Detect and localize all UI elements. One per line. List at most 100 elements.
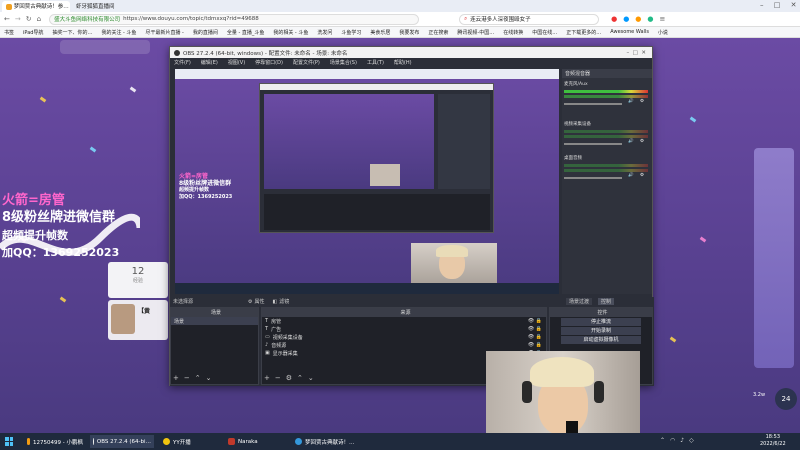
gear-icon[interactable]: ⚙: [248, 299, 252, 305]
taskbar-app[interactable]: 12750499 - 小鹏枫: [24, 435, 86, 448]
taskbar-app[interactable]: YY开播: [160, 435, 220, 448]
gear-icon[interactable]: ⚙: [640, 99, 644, 104]
filters-button[interactable]: 滤镜: [279, 298, 289, 305]
speaker-icon[interactable]: 🔊: [628, 99, 634, 104]
add-icon[interactable]: +: [173, 374, 179, 382]
extension-icon[interactable]: ●: [611, 15, 617, 23]
level-card[interactable]: 12 经验: [108, 262, 168, 298]
bookmark-item[interactable]: 全量 - 直播_斗鱼: [227, 29, 264, 36]
visibility-icon[interactable]: 👁 🔒: [528, 342, 542, 348]
speaker-icon[interactable]: 🔊: [628, 173, 634, 178]
remove-icon[interactable]: −: [275, 374, 281, 382]
bookmark-item[interactable]: 中国在线…: [532, 29, 557, 36]
volume-slider[interactable]: [564, 143, 622, 145]
bookmark-item[interactable]: 斗鱼学习: [341, 29, 361, 36]
tray-icon[interactable]: ◇: [689, 437, 694, 444]
start-recording-button[interactable]: 开始录制: [561, 327, 641, 335]
stop-streaming-button[interactable]: 停止推流: [561, 318, 641, 326]
move-up-icon[interactable]: ⌃: [297, 374, 303, 382]
tab-transitions[interactable]: 场景过渡: [565, 298, 592, 305]
bookmark-item[interactable]: 我的直播间: [193, 29, 218, 36]
tab-controls[interactable]: 控制: [597, 298, 614, 305]
taskbar-app-active[interactable]: OBS 27.2.4 (64-bi…: [90, 435, 154, 448]
visibility-icon[interactable]: 👁 🔒: [528, 326, 542, 332]
extension-icon[interactable]: ●: [635, 15, 641, 23]
menu-profile[interactable]: 配置文件(P): [293, 59, 320, 66]
bookmark-item[interactable]: 我的关注 - 斗鱼: [101, 29, 136, 36]
menu-tools[interactable]: 工具(T): [367, 59, 384, 66]
bookmark-item[interactable]: iPad导航: [23, 29, 43, 36]
menu-docks[interactable]: 停靠窗口(D): [255, 59, 283, 66]
menu-view[interactable]: 视图(V): [228, 59, 245, 66]
volume-slider[interactable]: [564, 177, 622, 179]
url-field[interactable]: 盛大斗鱼网络科技有限公司 https://www.douyu.com/topic…: [49, 13, 420, 25]
bookmark-item[interactable]: 抽奖一下、你的…: [52, 29, 92, 36]
add-icon[interactable]: +: [264, 374, 270, 382]
gift-rank-panel[interactable]: [754, 148, 794, 368]
bookmark-item[interactable]: 我的相关 - 斗鱼: [273, 29, 308, 36]
menu-file[interactable]: 文件(F): [174, 59, 191, 66]
online-count-badge[interactable]: 24: [775, 388, 797, 410]
gear-icon[interactable]: ⚙: [640, 173, 644, 178]
tray-icon[interactable]: ⌃: [660, 437, 665, 444]
close-icon[interactable]: ✕: [791, 1, 797, 9]
bookmark-item[interactable]: 尽干最新片直播 -: [145, 29, 183, 36]
volume-slider[interactable]: [564, 103, 622, 105]
obs-preview[interactable]: 火箭=房管 8级粉丝牌进微信群 超频提升帧数 加QQ：1369252023: [175, 69, 559, 294]
avatar[interactable]: [111, 304, 135, 334]
menu-scene-collection[interactable]: 场景集合(S): [330, 59, 357, 66]
move-down-icon[interactable]: ⌄: [308, 374, 314, 382]
forward-icon[interactable]: →: [15, 15, 21, 23]
source-item[interactable]: T 广告 👁 🔒: [262, 325, 546, 333]
browser-tab-active[interactable]: 梦回贾古典献诗！参…: [2, 1, 70, 12]
gear-icon[interactable]: ⚙: [640, 139, 644, 144]
browser-tab[interactable]: 虾牙狐狐直播间: [72, 1, 122, 12]
menu-edit[interactable]: 编辑(E): [201, 59, 218, 66]
anchor-card[interactable]: 【黄: [108, 300, 168, 340]
move-up-icon[interactable]: ⌃: [195, 374, 201, 382]
bookmark-item[interactable]: 在线转换: [503, 29, 523, 36]
bookmark-item[interactable]: 正下载更多的…: [566, 29, 601, 36]
bookmark-item[interactable]: 我要发布: [399, 29, 419, 36]
menu-icon[interactable]: ≡: [660, 15, 666, 23]
source-item[interactable]: T 房管 👁 🔒: [262, 317, 546, 325]
bookmark-item[interactable]: 正在搜索: [428, 29, 448, 36]
move-down-icon[interactable]: ⌄: [206, 374, 212, 382]
refresh-icon[interactable]: ↻: [26, 15, 32, 23]
obs-window-controls[interactable]: – □ ✕: [626, 50, 646, 56]
bookmark-item[interactable]: Awesome Walls: [610, 29, 649, 35]
virtual-camera-button[interactable]: 启动虚拟摄像机: [561, 336, 641, 344]
taskbar-app[interactable]: 梦回贾古典献诗！…: [292, 435, 362, 448]
bookmark-item[interactable]: 美食乐居: [370, 29, 390, 36]
gear-icon[interactable]: ⚙: [286, 374, 292, 382]
source-item[interactable]: ▭ 视频采集设备 👁 🔒: [262, 333, 546, 341]
clock[interactable]: 18:53 2022/6/22: [760, 434, 786, 448]
filter-icon[interactable]: ◧: [273, 299, 278, 305]
windows-start-icon[interactable]: [2, 435, 16, 448]
confetti: [669, 336, 677, 343]
bookmark-item[interactable]: 小说: [658, 29, 668, 36]
menu-help[interactable]: 帮助(H): [394, 59, 412, 66]
minimize-icon[interactable]: –: [760, 1, 764, 9]
scene-item[interactable]: 场景: [171, 317, 258, 325]
obs-title-bar[interactable]: OBS 27.2.4 (64-bit, windows) - 配置文件: 未命名…: [170, 47, 652, 58]
maximize-icon[interactable]: □: [774, 1, 781, 9]
properties-button[interactable]: 属性: [255, 298, 265, 305]
taskbar-app[interactable]: Naraka: [225, 435, 287, 448]
home-icon[interactable]: ⌂: [37, 15, 41, 23]
search-field[interactable]: ⌕ 连云港多人深夜围殴女子: [459, 13, 600, 25]
extension-icon[interactable]: ●: [623, 15, 629, 23]
speaker-icon[interactable]: 🔊: [628, 139, 634, 144]
visibility-icon[interactable]: 👁 🔒: [528, 334, 542, 340]
extension-icon[interactable]: ●: [647, 15, 653, 23]
bookmark-item[interactable]: 书签: [4, 29, 14, 36]
bookmark-item[interactable]: 洗发问: [317, 29, 332, 36]
source-item[interactable]: ♪ 音频源 👁 🔒: [262, 341, 546, 349]
volume-meter: [564, 164, 648, 167]
back-icon[interactable]: ←: [4, 15, 10, 23]
remove-icon[interactable]: −: [184, 374, 190, 382]
visibility-icon[interactable]: 👁 🔒: [528, 318, 542, 324]
network-icon[interactable]: ◠: [670, 437, 675, 444]
volume-icon[interactable]: ♪: [680, 437, 684, 444]
bookmark-item[interactable]: 腾讯视频-中国…: [457, 29, 494, 36]
